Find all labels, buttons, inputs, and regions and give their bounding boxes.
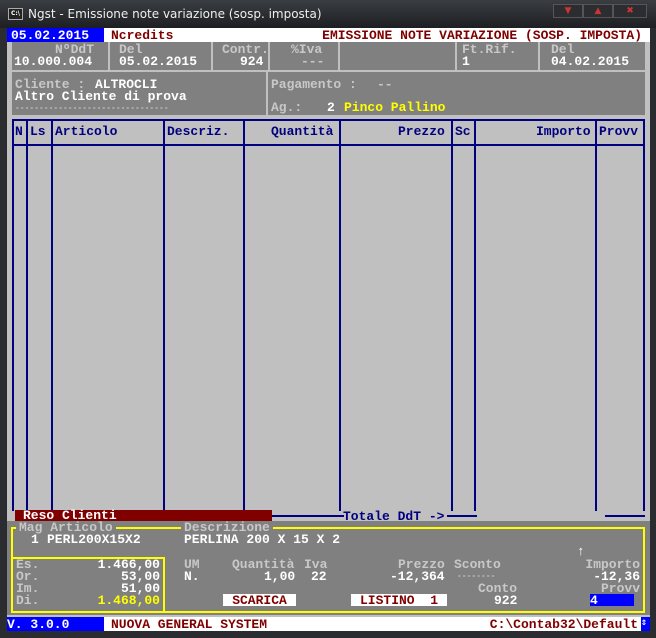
um-value[interactable]: N. <box>184 570 200 583</box>
del-value[interactable]: 05.02.2015 <box>119 55 197 68</box>
conto-value[interactable]: 922 <box>494 594 517 607</box>
console: 05.02.2015 Ncredits EMISSIONE NOTE VARIA… <box>7 28 650 631</box>
prezzo-value[interactable]: -12,364 <box>390 570 445 583</box>
stock-label-di: Di. <box>16 593 40 608</box>
col-importo: Importo <box>536 124 591 139</box>
data-path: C:\Contab32\Default <box>489 617 638 632</box>
agent-number[interactable]: 2 <box>327 101 335 114</box>
agent-name: Pinco Pallino <box>344 100 446 115</box>
iva-detail-value[interactable]: 22 <box>311 570 327 583</box>
date-field: 05.02.2015 <box>7 28 104 42</box>
console-icon: C:\ <box>8 8 23 20</box>
ftrif-label: Ft.Rif. <box>462 42 517 57</box>
mag-value[interactable]: 1 <box>31 533 39 546</box>
ftrif-value[interactable]: 1 <box>462 55 470 68</box>
maximize-button[interactable]: ▲ <box>583 4 613 18</box>
window-title: Ngst - Emissione note variazione (sosp. … <box>28 7 322 21</box>
article-code[interactable]: PERL200X15X2 <box>47 533 141 546</box>
module-name: Ncredits <box>111 28 174 43</box>
listino-button[interactable]: LISTINO 1 <box>351 594 447 607</box>
version: V. 3.0.0 <box>7 617 104 631</box>
del2-value[interactable]: 04.02.2015 <box>551 55 629 68</box>
ndt-value[interactable]: 10.000.004 <box>14 55 92 68</box>
col-articolo: Articolo <box>55 124 118 139</box>
close-button[interactable]: ✖ <box>613 4 647 18</box>
col-ls: Ls <box>30 124 46 139</box>
col-quantita: Quantità <box>271 124 334 139</box>
stock-value-di: 1.468,00 <box>97 593 160 608</box>
col-sc: Sc <box>455 124 471 139</box>
scarica-button[interactable]: SCARICA <box>223 594 296 607</box>
up-arrow-icon: ↑ <box>577 544 585 559</box>
col-n: N <box>15 124 23 139</box>
provv-input[interactable]: 4 <box>590 594 634 607</box>
col-prezzo: Prezzo <box>398 124 445 139</box>
minimize-button[interactable]: ▼ <box>553 4 583 18</box>
company-name: NUOVA GENERAL SYSTEM <box>111 617 268 632</box>
col-descriz: Descriz. <box>167 124 230 139</box>
payment-value[interactable]: -- <box>377 78 393 91</box>
col-provv: Provv <box>599 124 639 139</box>
payment-label: Pagamento : <box>271 77 357 92</box>
client-dots: -------------------------------- <box>15 104 169 113</box>
agent-label: Ag.: <box>271 100 303 115</box>
iva-value[interactable]: --- <box>301 55 324 68</box>
article-desc[interactable]: PERLINA 200 X 15 X 2 <box>184 533 340 546</box>
contr-value[interactable]: 924 <box>240 55 263 68</box>
title-bar: C:\ Ngst - Emissione note variazione (so… <box>0 0 656 28</box>
scroll-arrows-icon[interactable]: ⇕ <box>641 617 650 631</box>
screen-heading: EMISSIONE NOTE VARIAZIONE (SOSP. IMPOSTA… <box>322 28 642 43</box>
qta-value[interactable]: 1,00 <box>264 570 295 583</box>
